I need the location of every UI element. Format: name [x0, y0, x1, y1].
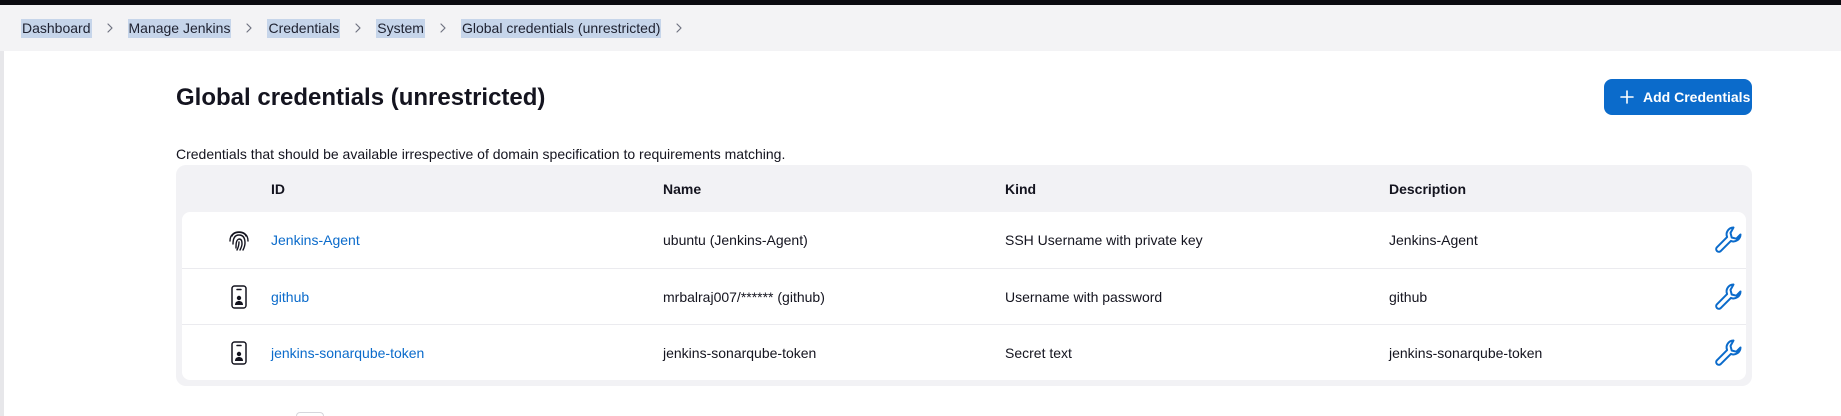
wrench-icon[interactable]: [1713, 281, 1745, 313]
wrench-icon[interactable]: [1713, 224, 1745, 256]
credential-kind: Username with password: [1005, 289, 1163, 305]
breadcrumb-item-global-credentials[interactable]: Global credentials (unrestricted): [460, 18, 662, 38]
column-header-kind[interactable]: Kind: [1005, 181, 1036, 197]
credential-id-link[interactable]: jenkins-sonarqube-token: [271, 345, 424, 361]
id-badge-icon: [226, 340, 252, 366]
column-header-id[interactable]: ID: [271, 181, 285, 197]
column-header-description[interactable]: Description: [1389, 181, 1466, 197]
table-row: Jenkins-Agent ubuntu (Jenkins-Agent) SSH…: [182, 212, 1746, 268]
credential-description: jenkins-sonarqube-token: [1389, 345, 1543, 361]
partial-control-below[interactable]: [296, 412, 324, 416]
credentials-table: ID Name Kind Description Jenkins-Agent u…: [176, 165, 1752, 386]
breadcrumb-item-system[interactable]: System: [376, 18, 425, 38]
credential-id-link[interactable]: Jenkins-Agent: [271, 232, 360, 248]
add-credentials-button[interactable]: Add Credentials: [1604, 79, 1752, 115]
left-edge-divider: [0, 5, 4, 416]
credential-description: github: [1389, 289, 1428, 305]
breadcrumb-item-manage-jenkins[interactable]: Manage Jenkins: [127, 18, 232, 38]
chevron-right-icon: [340, 23, 376, 33]
credential-id-link[interactable]: github: [271, 289, 309, 305]
page-title: Global credentials (unrestricted): [176, 84, 546, 111]
chevron-right-icon[interactable]: [661, 23, 697, 33]
page-description: Credentials that should be available irr…: [176, 146, 786, 162]
table-header: ID Name Kind Description: [176, 165, 1752, 212]
table-row: github mrbalraj007/****** (github) Usern…: [182, 268, 1746, 324]
credential-name: mrbalraj007/****** (github): [663, 289, 825, 305]
plus-icon: [1620, 90, 1634, 104]
breadcrumb-item-credentials[interactable]: Credentials: [267, 18, 341, 38]
chevron-right-icon: [425, 23, 461, 33]
credential-kind: SSH Username with private key: [1005, 232, 1203, 248]
column-header-name[interactable]: Name: [663, 181, 701, 197]
id-badge-icon: [226, 284, 252, 310]
credential-name: ubuntu (Jenkins-Agent): [663, 232, 808, 248]
table-body: Jenkins-Agent ubuntu (Jenkins-Agent) SSH…: [182, 212, 1746, 380]
breadcrumb: Dashboard Manage Jenkins Credentials Sys…: [0, 5, 1841, 51]
credential-description: Jenkins-Agent: [1389, 232, 1478, 248]
add-credentials-label: Add Credentials: [1643, 89, 1751, 105]
wrench-icon[interactable]: [1713, 337, 1745, 369]
credential-kind: Secret text: [1005, 345, 1072, 361]
chevron-right-icon: [92, 23, 128, 33]
credential-name: jenkins-sonarqube-token: [663, 345, 817, 361]
breadcrumb-item-dashboard[interactable]: Dashboard: [21, 18, 92, 38]
chevron-right-icon: [231, 23, 267, 33]
fingerprint-icon: [226, 227, 252, 253]
table-row: jenkins-sonarqube-token jenkins-sonarqub…: [182, 324, 1746, 380]
